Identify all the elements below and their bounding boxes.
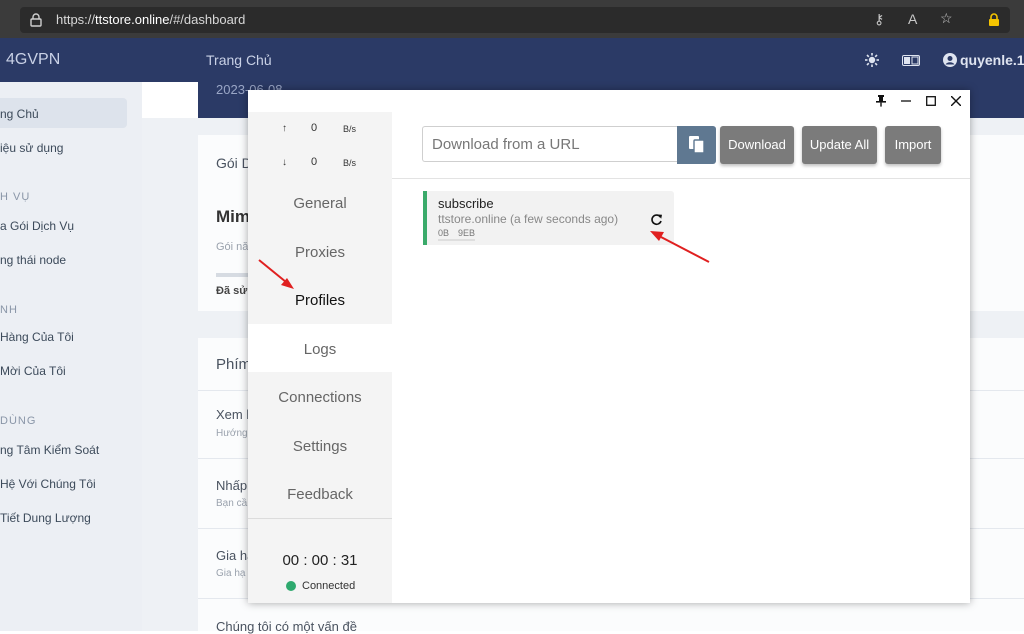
pin-icon[interactable] <box>876 95 886 107</box>
download-speed-unit: B/s <box>343 158 357 168</box>
lock-icon <box>30 13 42 27</box>
download-speed-value: 0 <box>311 156 318 168</box>
favorite-star-icon[interactable]: ☆ <box>940 10 953 27</box>
shortcut-row-2-title[interactable]: Nhấp <box>216 478 247 493</box>
sidebar-item-traffic[interactable]: Tiết Dung Lượng <box>0 511 91 525</box>
sidebar-section-finance: NH <box>0 304 18 316</box>
download-arrow-icon: ↓ <box>282 157 287 168</box>
paste-icon <box>689 136 705 154</box>
connection-timer: 00 : 00 : 31 <box>282 552 358 569</box>
language-icon[interactable] <box>902 55 920 66</box>
theme-sun-icon[interactable] <box>865 53 879 67</box>
status-dot-icon <box>286 581 296 591</box>
nav-logs[interactable]: Logs <box>248 341 392 358</box>
import-button[interactable]: Import <box>885 126 941 164</box>
url-host: ttstore.online <box>95 12 170 27</box>
shortcut-row-1-title[interactable]: Xem l <box>216 407 249 422</box>
download-url-input[interactable] <box>422 126 678 162</box>
sidebar-divider <box>248 518 392 519</box>
site-nav-home[interactable]: Trang Chủ <box>206 52 272 68</box>
toolbar-divider <box>392 178 970 179</box>
plan-subtitle: Gói nă <box>216 241 249 253</box>
usage-label: Đã sử <box>216 285 248 297</box>
profile-source: ttstore.online (a few seconds ago) <box>438 212 619 226</box>
user-avatar-icon[interactable] <box>943 53 957 67</box>
nav-proxies[interactable]: Proxies <box>248 244 392 261</box>
sidebar-item-buy-plan[interactable]: a Gói Dịch Vụ <box>0 219 74 233</box>
profile-active-indicator <box>423 191 427 245</box>
profile-total: 9EB <box>458 228 476 238</box>
nav-connections[interactable]: Connections <box>248 389 392 406</box>
read-aloud-icon[interactable]: A <box>908 11 917 27</box>
plan-card-title: Gói D <box>216 155 252 171</box>
sidebar-item-orders[interactable]: Hàng Của Tôi <box>0 330 74 344</box>
site-brand[interactable]: 4GVPN <box>6 51 60 69</box>
plan-name: Mim <box>216 207 250 226</box>
key-icon[interactable]: ⚷ <box>874 11 884 28</box>
update-all-button[interactable]: Update All <box>802 126 877 164</box>
nav-profiles[interactable]: Profiles <box>248 292 392 309</box>
shortcut-row-2-sub: Bạn cầ <box>216 498 248 509</box>
site-username[interactable]: quyenle.10 <box>960 52 1024 68</box>
download-button[interactable]: Download <box>720 126 794 164</box>
profile-usage-bar <box>438 239 475 241</box>
nav-settings[interactable]: Settings <box>248 438 392 455</box>
shortcut-row-1-sub: Hướng <box>216 428 248 439</box>
shortcut-row-3-sub: Gia hạ <box>216 568 246 579</box>
sidebar-section-user: DÙNG <box>0 415 37 427</box>
url-path: /#/dashboard <box>169 12 246 27</box>
minimize-icon[interactable] <box>901 96 911 106</box>
sidebar-item-guide[interactable]: iệu sử dụng <box>0 141 63 155</box>
sidebar-item-contact[interactable]: Hệ Với Chúng Tôi <box>0 477 96 491</box>
sidebar-item-home[interactable]: ng Chủ <box>0 107 39 121</box>
site-sidebar <box>0 82 142 631</box>
paste-button[interactable] <box>677 126 716 164</box>
close-icon[interactable] <box>951 96 961 106</box>
shortcuts-title: Phím <box>216 356 252 373</box>
profile-name: subscribe <box>438 196 494 211</box>
sidebar-item-invites[interactable]: Mời Của Tôi <box>0 364 66 378</box>
refresh-icon[interactable] <box>650 213 663 226</box>
maximize-icon[interactable] <box>926 96 936 106</box>
profile-used: 0B <box>438 228 450 238</box>
sidebar-item-support[interactable]: ng Tâm Kiểm Soát <box>0 443 99 457</box>
extension-lock-icon[interactable] <box>988 13 1000 27</box>
nav-feedback[interactable]: Feedback <box>248 486 392 503</box>
problem-report-text[interactable]: Chúng tôi có một vấn đề <box>216 619 357 634</box>
clash-app-window: ↑ 0 B/s ↓ 0 B/s General Proxies Profiles… <box>248 90 970 603</box>
sidebar-section-services: H VỤ <box>0 191 31 203</box>
upload-speed-value: 0 <box>311 122 318 134</box>
sidebar-item-node-status[interactable]: ng thái node <box>0 253 66 267</box>
upload-speed-unit: B/s <box>343 124 357 134</box>
connection-status: Connected <box>302 580 356 592</box>
url-text[interactable]: https://ttstore.online/#/dashboard <box>56 12 245 27</box>
nav-general[interactable]: General <box>248 195 392 212</box>
upload-arrow-icon: ↑ <box>282 123 287 134</box>
url-prefix: https:// <box>56 12 96 27</box>
app-titlebar <box>248 90 970 112</box>
